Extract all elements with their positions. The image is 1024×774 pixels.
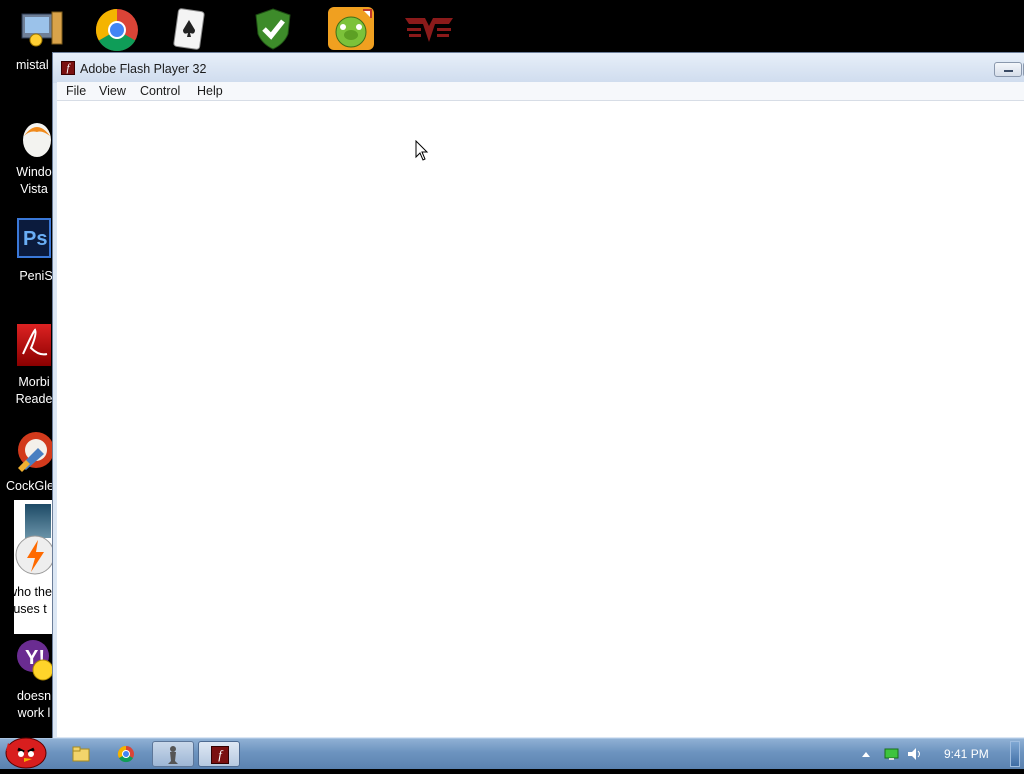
desktop-icon-yahoo[interactable]: Y! (15, 638, 55, 687)
yahoo-messenger-icon: Y! (17, 640, 54, 681)
volume-icon[interactable] (906, 746, 924, 762)
desktop-icon-flash-tool-label: who the uses t (8, 585, 52, 616)
photoshop-icon: Ps (23, 228, 48, 250)
taskbar-flash-player[interactable]: f (198, 741, 240, 767)
eagle-emblem-icon (405, 18, 453, 42)
menu-bar: File View Control Help (57, 82, 1024, 101)
menu-help[interactable]: Help (197, 84, 223, 98)
window-title: Adobe Flash Player 32 (80, 62, 207, 76)
menu-view[interactable]: View (99, 84, 126, 98)
lightning-icon (15, 535, 55, 575)
show-hidden-icons-icon[interactable] (860, 749, 872, 759)
desktop-icon-cleaner[interactable] (14, 428, 54, 477)
angry-bird-start-icon (5, 737, 47, 769)
desktop-icon-computer[interactable] (14, 8, 64, 50)
desktop-icon-security[interactable] (252, 6, 294, 57)
chrome-icon (95, 8, 138, 52)
desktop-icon-reader[interactable] (17, 324, 51, 366)
show-desktop-button[interactable] (1010, 741, 1020, 767)
broom-icon (18, 432, 54, 472)
computer-icon (21, 11, 63, 47)
menu-control[interactable]: Control (140, 84, 180, 98)
flash-player-icon: f (211, 746, 229, 764)
flash-player-window[interactable]: f Adobe Flash Player 32 File View Contro… (52, 52, 1024, 742)
desktop-icon-bad-piggies[interactable] (327, 6, 375, 57)
desktop-icon-flash-tool[interactable] (14, 532, 55, 583)
flash-player-icon: f (61, 61, 75, 75)
taskbar-clock[interactable]: 9:41 PM (944, 747, 989, 761)
menu-file[interactable]: File (66, 84, 86, 98)
flash-content-area[interactable] (57, 101, 1024, 737)
desktop-icon-solitaire[interactable] (170, 6, 210, 57)
taskbar-chess[interactable] (152, 741, 194, 767)
desktop-icon-papers-please[interactable] (403, 12, 455, 51)
taskbar-explorer[interactable] (60, 741, 102, 767)
taskbar: f 9:41 PM (0, 737, 1024, 769)
desktop-icon-chrome[interactable] (95, 8, 139, 57)
network-icon[interactable] (884, 747, 900, 761)
taskbar-chrome[interactable] (105, 741, 147, 767)
desktop-icon-mistal-label: mistal (16, 58, 49, 72)
desktop-icon-vista[interactable] (20, 118, 54, 163)
title-bar[interactable]: f Adobe Flash Player 32 (53, 53, 1024, 83)
green-pig-icon (328, 7, 374, 50)
minimize-button[interactable] (994, 62, 1022, 77)
folder-icon (72, 746, 90, 762)
chrome-icon (117, 745, 134, 763)
playing-card-icon (173, 8, 205, 50)
minimize-icon (1004, 70, 1013, 72)
pdf-icon (22, 328, 48, 356)
chess-piece-icon (168, 746, 178, 764)
mouse-cursor-icon (415, 140, 429, 161)
desktop-icon-photoshop[interactable]: Ps (17, 218, 51, 258)
egg-icon (23, 123, 51, 157)
desktop-icon-cleaner-label: CockGle (6, 479, 54, 493)
shield-check-icon (255, 8, 291, 50)
